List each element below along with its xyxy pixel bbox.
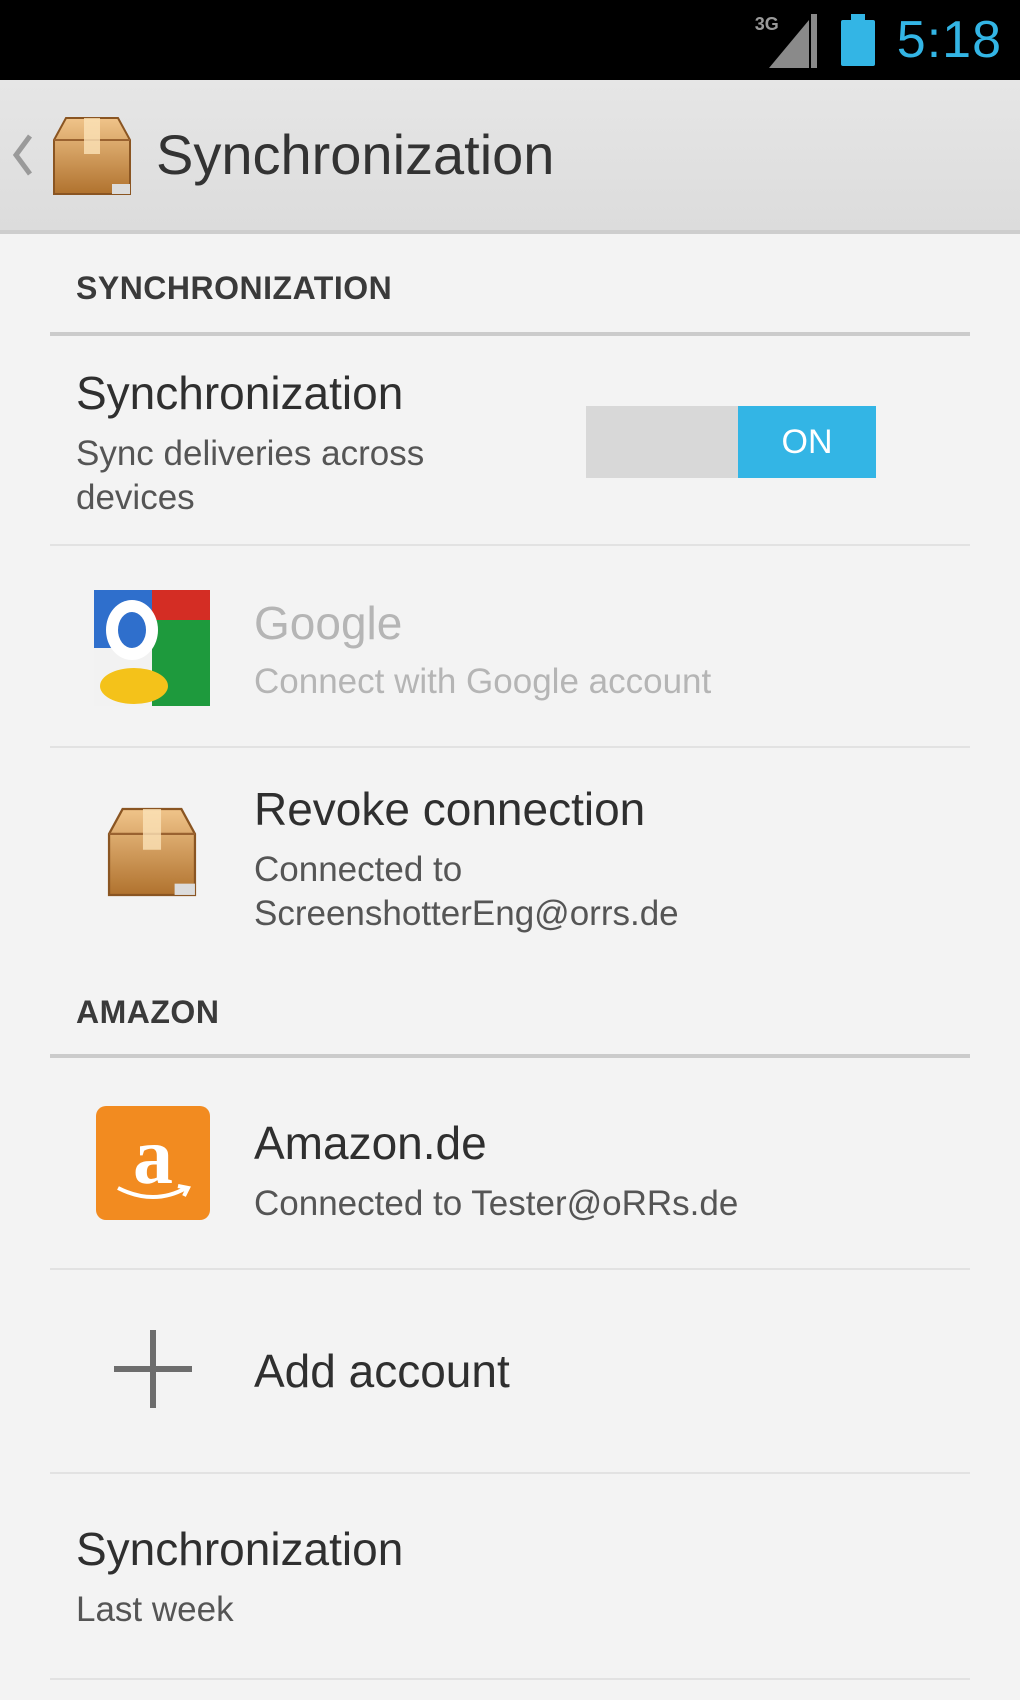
battery-icon xyxy=(840,14,875,66)
amazon-row-summary: Connected to Tester@oRRs.de xyxy=(254,1184,739,1223)
app-package-icon[interactable] xyxy=(46,110,138,202)
sync-interval-summary: Last week xyxy=(76,1590,234,1629)
revoke-connection-row[interactable]: Revoke connection Connected to Screensho… xyxy=(0,748,1020,958)
section-header-synchronization: SYNCHRONIZATION xyxy=(76,270,393,306)
add-account-title: Add account xyxy=(254,1345,510,1397)
google-row-title: Google xyxy=(254,597,403,649)
amazon-row-title: Amazon.de xyxy=(254,1117,487,1169)
add-account-row[interactable]: Add account xyxy=(0,1270,1020,1470)
sync-switch[interactable]: ON xyxy=(586,406,876,478)
revoke-row-summary-line2: ScreenshotterEng@orrs.de xyxy=(254,894,679,933)
revoke-row-title: Revoke connection xyxy=(254,783,646,835)
package-icon xyxy=(100,800,204,904)
plus-icon xyxy=(114,1330,192,1408)
section-header-amazon: AMAZON xyxy=(76,994,220,1030)
sync-toggle-title: Synchronization xyxy=(76,367,404,419)
back-caret-icon[interactable] xyxy=(10,132,36,178)
google-logo-icon xyxy=(94,590,210,706)
network-type: 3G xyxy=(754,14,779,34)
status-icons: 3G 5:18 xyxy=(755,8,1002,72)
sync-switch-on-label: ON xyxy=(738,406,876,478)
action-bar: Synchronization xyxy=(0,80,1020,234)
google-account-row[interactable]: Google Connect with Google account xyxy=(0,546,1020,746)
sync-interval-row[interactable]: Synchronization Last week xyxy=(0,1474,1020,1674)
row-divider xyxy=(50,1678,970,1680)
sync-interval-title: Synchronization xyxy=(76,1523,404,1575)
signal-icon: 3G xyxy=(755,12,819,68)
amazon-logo-icon: a xyxy=(96,1106,210,1220)
status-bar: 3G 5:18 xyxy=(0,0,1020,80)
sync-toggle-summary-line1: Sync deliveries across xyxy=(76,434,425,473)
google-row-summary: Connect with Google account xyxy=(254,662,712,701)
page-title: Synchronization xyxy=(156,123,555,186)
revoke-row-summary-line1: Connected to xyxy=(254,850,463,889)
clock: 5:18 xyxy=(896,11,1002,69)
sync-toggle-summary-line2: devices xyxy=(76,478,195,517)
